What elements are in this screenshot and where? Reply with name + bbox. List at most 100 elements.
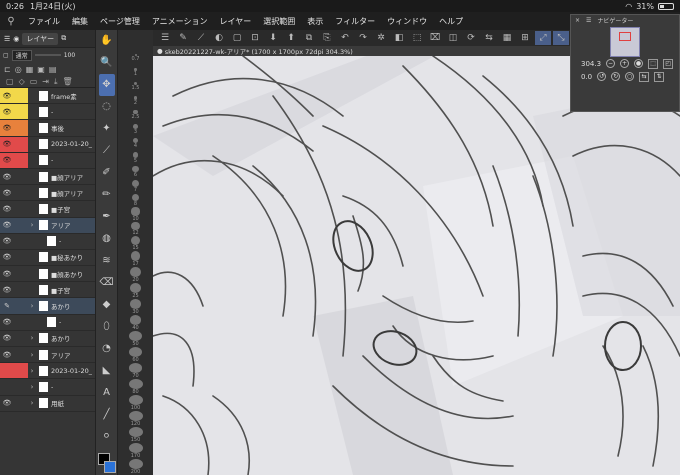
menu-window[interactable]: ウィンドウ	[381, 16, 433, 27]
layer-color-icon[interactable]	[14, 396, 28, 411]
brush-size-item[interactable]: 0.7	[119, 54, 153, 68]
tab-layer[interactable]: レイヤー	[22, 32, 59, 45]
brush-size-item[interactable]: 3	[119, 123, 153, 138]
layer-row[interactable]: 👁 › アリア	[0, 217, 95, 234]
menu-icon[interactable]: ☰	[157, 31, 173, 45]
visibility-icon[interactable]: 👁	[0, 136, 14, 152]
rotate-left-icon[interactable]: ↺	[597, 72, 607, 81]
brush-size-item[interactable]: 4	[119, 137, 153, 152]
opacity-value[interactable]: 100	[64, 52, 75, 59]
brush-size-item[interactable]: 10	[119, 207, 153, 222]
app-logo-icon[interactable]: ⚲	[0, 16, 22, 27]
layer-color-icon[interactable]	[14, 298, 28, 313]
brush-size-item[interactable]: 15	[119, 236, 153, 251]
menu-icon[interactable]: ☰	[586, 17, 591, 24]
tool-button[interactable]: ✦	[99, 118, 115, 140]
clear-icon[interactable]: ⌧	[427, 31, 443, 45]
deselect-icon[interactable]: ◫	[445, 31, 461, 45]
drawing-canvas[interactable]	[153, 56, 680, 475]
visibility-icon[interactable]: 👁	[0, 396, 14, 411]
brush-size-item[interactable]: 50	[119, 330, 153, 347]
layer-row[interactable]: 👁 -	[0, 315, 95, 331]
stabilizer-icon[interactable]: ⤢	[535, 31, 551, 45]
brush-size-item[interactable]: 100	[119, 394, 153, 411]
layer-row[interactable]: 👁 ■顔アリア	[0, 185, 95, 202]
save-icon[interactable]: ⬇	[265, 31, 281, 45]
layer-row[interactable]: 👁 ■顔あかり	[0, 266, 95, 283]
layer-color-icon[interactable]	[14, 282, 28, 297]
visibility-icon[interactable]: 👁	[0, 347, 14, 362]
blend-mode-select[interactable]: 通常	[11, 49, 32, 61]
tool-button[interactable]: ◆	[99, 293, 115, 315]
layer-color-icon[interactable]	[14, 315, 28, 330]
redo-icon[interactable]: ↷	[355, 31, 371, 45]
layer-color-icon[interactable]	[14, 185, 28, 200]
visibility-icon[interactable]	[0, 363, 14, 379]
layer-color-icon[interactable]	[14, 218, 28, 233]
settings-icon[interactable]: ✲	[373, 31, 389, 45]
brush-size-item[interactable]: 6	[119, 165, 153, 180]
layer-row[interactable]: 👁 › 用紙	[0, 396, 95, 412]
brush-size-item[interactable]: 170	[119, 442, 153, 459]
tool-button[interactable]: ✒	[99, 206, 115, 228]
layer-row[interactable]: 👁 事後	[0, 120, 95, 137]
zoom-value[interactable]: 304.3	[581, 60, 601, 68]
undo-icon[interactable]: ↶	[337, 31, 353, 45]
tool-button[interactable]: ⌫	[99, 271, 115, 293]
layer-color-icon[interactable]	[14, 152, 28, 168]
document-tab[interactable]: ● skeb20221227-wk-アリア* (1700 x 1700px 72…	[153, 46, 570, 56]
grid-icon[interactable]: ▦	[499, 31, 515, 45]
fit-icon[interactable]: ⬚	[648, 58, 659, 69]
tool-button[interactable]: ✐	[99, 162, 115, 184]
layer-row[interactable]: 👁 frame素	[0, 88, 95, 105]
visibility-icon[interactable]: 👁	[0, 201, 14, 216]
transform-icon[interactable]: ⬚	[409, 31, 425, 45]
visibility-icon[interactable]: 👁	[0, 331, 14, 346]
export-icon[interactable]: ⬆	[283, 31, 299, 45]
ruler-icon[interactable]: ▤	[49, 65, 57, 74]
layer-row[interactable]: 👁 ■顔アリア	[0, 169, 95, 186]
brush-size-item[interactable]: 40	[119, 314, 153, 331]
zoom-actual-icon[interactable]: ●	[634, 59, 644, 68]
new-folder-icon[interactable]: ▭	[30, 77, 38, 86]
zoom-out-icon[interactable]: −	[606, 59, 616, 68]
tool-button[interactable]: ⚪	[99, 425, 115, 447]
layer-row[interactable]: ✎ › あかり	[0, 298, 95, 315]
menu-icon[interactable]: ☰	[4, 35, 10, 43]
visibility-icon[interactable]: 👁	[0, 218, 14, 233]
visibility-icon[interactable]: 👁	[0, 250, 14, 265]
layer-color-icon[interactable]	[14, 379, 28, 394]
flip-icon[interactable]: ⇆	[481, 31, 497, 45]
transfer-icon[interactable]: ⇥	[42, 77, 49, 86]
layer-color-icon[interactable]	[14, 363, 28, 379]
brush-size-item[interactable]: 60	[119, 346, 153, 363]
tool-button[interactable]: ◌	[99, 96, 115, 118]
brush-size-item[interactable]: 8	[119, 193, 153, 208]
layer-row[interactable]: › 2023-01-20_	[0, 363, 95, 380]
sub-color[interactable]	[103, 461, 116, 474]
merge-icon[interactable]: ⤓	[54, 77, 58, 87]
invert-icon[interactable]: ⟳	[463, 31, 479, 45]
layer-color-icon[interactable]	[14, 331, 28, 346]
visibility-icon[interactable]: 👁	[0, 152, 14, 168]
delete-layer-icon[interactable]: 🗑	[63, 77, 73, 86]
open-icon[interactable]: ⊡	[247, 31, 263, 45]
lock-icon[interactable]: ▢	[3, 52, 9, 59]
clip-icon[interactable]: ⊏	[4, 65, 11, 74]
layer-row[interactable]: 👁 ■子宮	[0, 282, 95, 299]
layer-color-icon[interactable]	[14, 250, 28, 265]
layer-color-icon[interactable]	[14, 88, 28, 104]
visibility-icon[interactable]: 👁	[0, 88, 14, 104]
menu-selection[interactable]: 選択範囲	[257, 16, 301, 27]
chevron-icon[interactable]: ›	[28, 334, 36, 342]
flip-vertical-icon[interactable]: ⇅	[654, 71, 665, 82]
new-raster-icon[interactable]: ▢	[6, 77, 14, 86]
layer-row[interactable]: 👁 ■子宮	[0, 201, 95, 218]
brush-size-item[interactable]: 17	[119, 251, 153, 267]
fit-screen-icon[interactable]: ◰	[663, 58, 674, 69]
fill-icon[interactable]: ◧	[391, 31, 407, 45]
menu-filter[interactable]: フィルター	[329, 16, 381, 27]
layer-color-icon[interactable]	[14, 266, 28, 281]
chevron-icon[interactable]: ›	[28, 351, 36, 359]
visibility-icon[interactable]: ✎	[0, 298, 14, 313]
